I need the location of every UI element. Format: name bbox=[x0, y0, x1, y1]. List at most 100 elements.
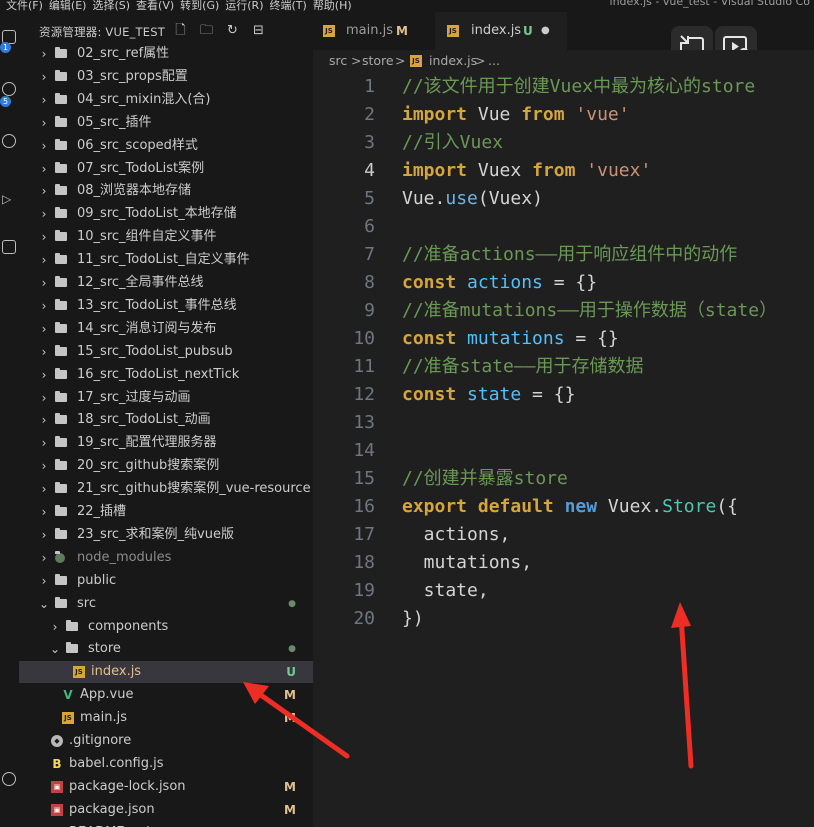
chevron-right-icon[interactable]: › bbox=[39, 43, 49, 65]
code-line[interactable]: 1 //该文件用于创建Vuex中最为核心的store bbox=[313, 73, 814, 101]
tree-item[interactable]: › 06_src_scoped样式 bbox=[19, 135, 313, 157]
tree-item[interactable]: › 20_src_github搜索案例 bbox=[19, 455, 313, 477]
tree-item[interactable]: › 21_src_github搜索案例_vue-resource bbox=[19, 478, 313, 500]
code-line[interactable]: 4 import Vuex from 'vuex' bbox=[313, 157, 814, 185]
code-line[interactable]: 7 //准备actions——用于响应组件中的动作 bbox=[313, 241, 814, 269]
tree-item[interactable]: › node_modules bbox=[19, 547, 313, 569]
tree-item[interactable]: › public bbox=[19, 570, 313, 592]
tree-item[interactable]: › 09_src_TodoList_本地存储 bbox=[19, 203, 313, 225]
code-line[interactable]: 2 import Vue from 'vue' bbox=[313, 101, 814, 129]
tree-item[interactable]: › 23_src_求和案例_纯vue版 bbox=[19, 524, 313, 546]
chevron-right-icon[interactable]: › bbox=[39, 387, 49, 409]
chevron-right-icon[interactable]: › bbox=[39, 547, 49, 569]
chevron-right-icon[interactable]: › bbox=[39, 524, 49, 546]
refresh-icon[interactable]: ↻ bbox=[226, 24, 239, 37]
breadcrumb-src[interactable]: src bbox=[329, 50, 347, 72]
chevron-right-icon[interactable]: › bbox=[39, 89, 49, 111]
breadcrumb-store[interactable]: store bbox=[362, 50, 394, 72]
chevron-right-icon[interactable]: › bbox=[39, 249, 49, 271]
tree-item[interactable]: › 19_src_配置代理服务器 bbox=[19, 432, 313, 454]
new-file-icon[interactable]: 🗋 bbox=[174, 24, 187, 37]
tree-item[interactable]: › 10_src_组件自定义事件 bbox=[19, 226, 313, 248]
chevron-down-icon[interactable]: ⌄ bbox=[39, 593, 49, 615]
tree-item[interactable]: › 07_src_TodoList案例 bbox=[19, 158, 313, 180]
chevron-right-icon[interactable]: › bbox=[39, 570, 49, 592]
code-line[interactable]: 5 Vue.use(Vuex) bbox=[313, 185, 814, 213]
code-line[interactable]: 12 const state = {} bbox=[313, 381, 814, 409]
tree-item[interactable]: › 14_src_消息订阅与发布 bbox=[19, 318, 313, 340]
chevron-right-icon[interactable]: › bbox=[39, 203, 49, 225]
tree-item[interactable]: › 02_src_ref属性 bbox=[19, 43, 313, 65]
code-line[interactable]: 11 //准备state——用于存储数据 bbox=[313, 353, 814, 381]
code-line[interactable]: 10 const mutations = {} bbox=[313, 325, 814, 353]
code-line[interactable]: 13 bbox=[313, 409, 814, 437]
chevron-right-icon[interactable]: › bbox=[39, 364, 49, 386]
tree-item[interactable]: › 16_src_TodoList_nextTick bbox=[19, 364, 313, 386]
chevron-right-icon[interactable]: › bbox=[39, 135, 49, 157]
tree-item[interactable]: › 05_src_插件 bbox=[19, 112, 313, 134]
code-line[interactable]: 8 const actions = {} bbox=[313, 269, 814, 297]
chevron-right-icon[interactable]: › bbox=[39, 501, 49, 523]
tree-item[interactable]: › components bbox=[19, 616, 313, 638]
tree-item[interactable]: › 18_src_TodoList_动画 bbox=[19, 409, 313, 431]
chevron-right-icon[interactable]: › bbox=[39, 112, 49, 134]
chevron-right-icon[interactable]: › bbox=[39, 455, 49, 477]
extensions-icon[interactable] bbox=[2, 240, 16, 254]
tree-item[interactable]: ⌄ store ● bbox=[19, 638, 313, 660]
menu-item[interactable]: 转到(G) bbox=[180, 0, 219, 12]
code-line[interactable]: 17 actions, bbox=[313, 521, 814, 549]
menu-item[interactable]: 运行(R) bbox=[225, 0, 263, 12]
tab-index-js[interactable]: JS index.js U ● bbox=[435, 12, 567, 50]
unsaved-dot-icon[interactable]: ● bbox=[541, 12, 550, 50]
tree-item[interactable]: › 12_src_全局事件总线 bbox=[19, 272, 313, 294]
code-line[interactable]: 3 //引入Vuex bbox=[313, 129, 814, 157]
chevron-right-icon[interactable]: › bbox=[39, 180, 49, 202]
chevron-right-icon[interactable]: › bbox=[39, 318, 49, 340]
tree-item[interactable]: › 03_src_props配置 bbox=[19, 66, 313, 88]
tree-item[interactable]: › 15_src_TodoList_pubsub bbox=[19, 341, 313, 363]
chevron-right-icon[interactable]: › bbox=[50, 616, 60, 638]
chevron-right-icon[interactable]: › bbox=[39, 158, 49, 180]
code-line[interactable]: 6 bbox=[313, 213, 814, 241]
tab-main-js[interactable]: JS main.js M bbox=[313, 12, 435, 50]
menu-item[interactable]: 查看(V) bbox=[136, 0, 174, 12]
tree-item[interactable]: › 13_src_TodoList_事件总线 bbox=[19, 295, 313, 317]
breadcrumb-symbol[interactable]: ... bbox=[488, 50, 500, 72]
tree-item[interactable]: iREADME.md bbox=[19, 822, 313, 827]
tree-item[interactable]: › 17_src_过度与动画 bbox=[19, 387, 313, 409]
chevron-right-icon[interactable]: › bbox=[39, 478, 49, 500]
code-line[interactable]: 14 bbox=[313, 437, 814, 465]
chevron-right-icon[interactable]: › bbox=[39, 432, 49, 454]
menu-item[interactable]: 文件(F) bbox=[6, 0, 43, 12]
chevron-right-icon[interactable]: › bbox=[39, 226, 49, 248]
code-line[interactable]: 9 //准备mutations——用于操作数据（state） bbox=[313, 297, 814, 325]
code-line[interactable]: 18 mutations, bbox=[313, 549, 814, 577]
tree-item[interactable]: › 04_src_mixin混入(合) bbox=[19, 89, 313, 111]
code-line[interactable]: 15 //创建并暴露store bbox=[313, 465, 814, 493]
chevron-right-icon[interactable]: › bbox=[39, 295, 49, 317]
chevron-right-icon[interactable]: › bbox=[39, 341, 49, 363]
account-icon[interactable] bbox=[2, 772, 16, 786]
chevron-down-icon[interactable]: ⌄ bbox=[50, 638, 60, 660]
chevron-right-icon[interactable]: › bbox=[39, 409, 49, 431]
tree-item[interactable]: ▣ package-lock.json M bbox=[19, 776, 313, 798]
code-editor[interactable]: 1 //该文件用于创建Vuex中最为核心的store 2 import Vue fro… bbox=[313, 72, 814, 827]
tree-item[interactable]: ⌄ src ● bbox=[19, 593, 313, 615]
tree-item[interactable]: › 08_浏览器本地存储 bbox=[19, 180, 313, 202]
breadcrumb-file[interactable]: index.js bbox=[429, 50, 477, 72]
chevron-right-icon[interactable]: › bbox=[39, 66, 49, 88]
search-icon[interactable] bbox=[2, 82, 16, 96]
chevron-right-icon[interactable]: › bbox=[39, 272, 49, 294]
code-line[interactable]: 19 state, bbox=[313, 577, 814, 605]
menu-item[interactable]: 终端(T) bbox=[270, 0, 307, 12]
menu-item[interactable]: 帮助(H) bbox=[313, 0, 352, 12]
code-line[interactable]: 20}) bbox=[313, 605, 814, 633]
tree-item[interactable]: ▣ package.json M bbox=[19, 799, 313, 821]
menu-item[interactable]: 选择(S) bbox=[92, 0, 130, 12]
tree-item[interactable]: › 22_插槽 bbox=[19, 501, 313, 523]
source-control-icon[interactable] bbox=[2, 134, 16, 148]
tree-item[interactable]: › 11_src_TodoList_自定义事件 bbox=[19, 249, 313, 271]
collapse-icon[interactable]: ⊟ bbox=[252, 24, 265, 37]
menu-item[interactable]: 编辑(E) bbox=[49, 0, 87, 12]
code-line[interactable]: 16 export default new Vuex.Store({ bbox=[313, 493, 814, 521]
